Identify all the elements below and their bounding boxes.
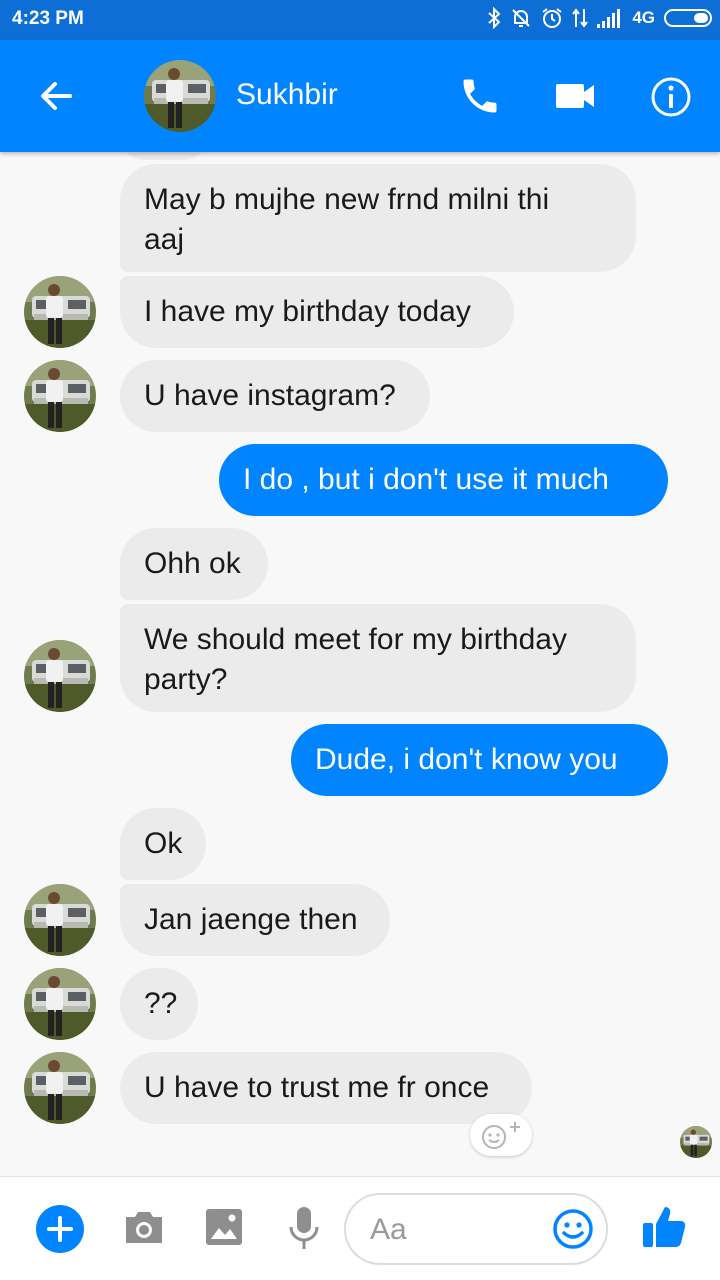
conversation-header: Sukhbir — [0, 40, 720, 152]
sender-avatar[interactable] — [24, 884, 96, 956]
video-camera-icon — [556, 84, 594, 108]
voice-call-button[interactable] — [458, 74, 502, 118]
video-call-button[interactable] — [554, 76, 598, 116]
gallery-icon — [206, 1209, 242, 1245]
contact-name[interactable]: Sukhbir — [236, 78, 338, 112]
message-text: Ok — [144, 827, 183, 860]
sender-avatar[interactable] — [24, 1052, 96, 1124]
status-time: 4:23 PM — [12, 8, 84, 29]
back-button[interactable] — [36, 76, 76, 116]
message-list[interactable]: May b mujhe new frnd milni thi aaj I hav… — [0, 152, 720, 1176]
message-bubble-received[interactable]: U have instagram? — [120, 360, 430, 432]
message-text: Ohh ok — [144, 547, 241, 580]
status-icons: 4G — [487, 7, 712, 29]
thumbs-up-icon — [643, 1207, 686, 1247]
emoji-button[interactable] — [552, 1208, 594, 1250]
message-bubble-received[interactable]: We should meet for my birthday party? — [120, 604, 636, 712]
network-type: 4G — [632, 8, 655, 27]
phone-icon — [463, 79, 497, 113]
status-bar: 4:23 PM 4G — [0, 0, 720, 40]
camera-button[interactable] — [122, 1207, 166, 1247]
camera-icon — [126, 1212, 162, 1243]
data-transfer-icon — [572, 7, 589, 29]
message-text: May b mujhe new frnd milni thi — [144, 183, 550, 216]
more-actions-button[interactable] — [36, 1205, 84, 1253]
sender-avatar[interactable] — [24, 276, 96, 348]
message-bubble-sent[interactable]: I do , but i don't use it much — [219, 444, 668, 516]
gallery-button[interactable] — [204, 1207, 244, 1247]
emoji-icon — [553, 1209, 593, 1249]
alarm-icon — [541, 7, 563, 29]
signal-icon — [597, 8, 623, 28]
sender-avatar[interactable] — [24, 968, 96, 1040]
message-bubble-received[interactable]: I have my birthday today — [120, 276, 514, 348]
message-composer: Aa — [0, 1176, 720, 1280]
back-arrow-icon — [41, 82, 72, 110]
message-bubble-received[interactable]: Ohh ok — [120, 528, 268, 600]
info-button[interactable] — [650, 76, 692, 118]
plus-icon — [36, 1205, 84, 1253]
message-text: U have to trust me fr once — [144, 1071, 490, 1104]
message-bubble-sent[interactable]: Dude, i don't know you — [291, 724, 668, 796]
message-text: We should meet for my birthday — [144, 623, 567, 656]
message-bubble-received[interactable]: Ok — [120, 808, 206, 880]
message-input-placeholder: Aa — [370, 1213, 407, 1246]
message-text: I have my birthday today — [144, 295, 471, 328]
message-text: aaj — [144, 223, 185, 256]
bluetooth-icon — [487, 7, 501, 29]
message-bubble-partial — [120, 152, 208, 160]
message-text: U have instagram? — [144, 379, 396, 412]
message-bubble-received[interactable]: Jan jaenge then — [120, 884, 390, 956]
add-reaction-icon — [482, 1122, 520, 1149]
message-bubble-received[interactable]: May b mujhe new frnd milni thi aaj — [120, 164, 636, 272]
sender-avatar[interactable] — [24, 360, 96, 432]
message-text: party? — [144, 663, 228, 696]
message-text: ?? — [144, 987, 178, 1020]
voice-message-button[interactable] — [286, 1205, 322, 1253]
info-icon — [651, 77, 691, 117]
microphone-icon — [289, 1207, 319, 1249]
message-text: I do , but i don't use it much — [243, 463, 609, 496]
muted-bell-icon — [510, 7, 532, 29]
seen-indicator-avatar — [680, 1126, 712, 1158]
message-bubble-received[interactable]: ?? — [120, 968, 198, 1040]
add-reaction-button[interactable] — [470, 1114, 532, 1156]
message-text: Jan jaenge then — [144, 903, 358, 936]
sender-avatar[interactable] — [24, 640, 96, 712]
like-button[interactable] — [640, 1203, 688, 1251]
battery-icon — [664, 9, 712, 27]
message-text: Dude, i don't know you — [315, 743, 618, 776]
contact-avatar[interactable] — [144, 60, 216, 132]
